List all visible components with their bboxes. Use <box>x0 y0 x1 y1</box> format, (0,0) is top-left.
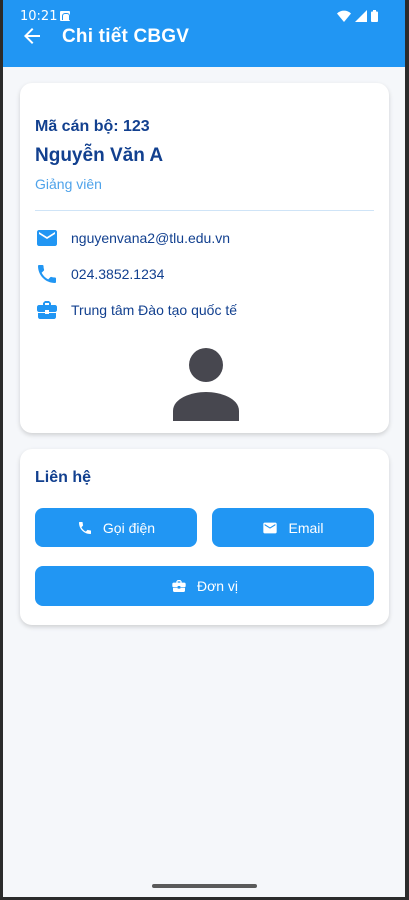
call-button[interactable]: Gọi điện <box>35 508 197 547</box>
contact-title: Liên hệ <box>35 469 92 486</box>
email-icon <box>37 230 57 246</box>
call-button-label: Gọi điện <box>102 519 156 536</box>
main-content: Mã cán bộ: 123 Nguyễn Văn A Giảng viên n… <box>3 67 405 897</box>
app-bar: 10:21 Chi tiết CBGV <box>3 0 405 67</box>
profile-card: Mã cán bộ: 123 Nguyễn Văn A Giảng viên n… <box>20 83 389 433</box>
unit-button-label: Đơn vị <box>196 578 239 594</box>
signal-icon <box>355 10 367 22</box>
staff-name: Nguyễn Văn A <box>35 145 164 166</box>
page-title: Chi tiết CBGV <box>62 26 190 47</box>
battery-icon <box>371 10 378 22</box>
wifi-icon <box>337 10 351 22</box>
arrow-back-icon[interactable] <box>20 24 44 48</box>
info-row-phone: 024.3852.1234 <box>35 262 374 286</box>
phone-screen: 10:21 Chi tiết CBGV Mã cán bộ: 123 Nguyễ… <box>3 0 405 897</box>
divider <box>35 210 374 211</box>
contact-card: Liên hệ Gọi điện Email Đơn vị <box>20 449 389 625</box>
phone-icon <box>38 265 56 283</box>
briefcase-icon <box>172 580 186 592</box>
staff-email: nguyenvana2@tlu.edu.vn <box>71 230 230 246</box>
unit-button[interactable]: Đơn vị <box>35 566 374 606</box>
info-row-unit: Trung tâm Đào tạo quốc tế <box>35 298 374 322</box>
home-indicator[interactable] <box>152 884 257 888</box>
staff-phone: 024.3852.1234 <box>71 266 165 282</box>
email-button[interactable]: Email <box>212 508 374 547</box>
briefcase-icon <box>37 301 57 319</box>
notification-icon <box>60 11 70 21</box>
person-icon <box>173 348 239 421</box>
email-button-label: Email <box>288 519 324 536</box>
staff-role: Giảng viên <box>35 176 102 192</box>
info-row-email: nguyenvana2@tlu.edu.vn <box>35 226 374 250</box>
phone-icon <box>78 521 91 534</box>
email-icon <box>263 522 278 533</box>
status-time: 10:21 <box>20 9 58 24</box>
staff-id: Mã cán bộ: 123 <box>35 118 150 135</box>
staff-unit: Trung tâm Đào tạo quốc tế <box>71 302 238 318</box>
